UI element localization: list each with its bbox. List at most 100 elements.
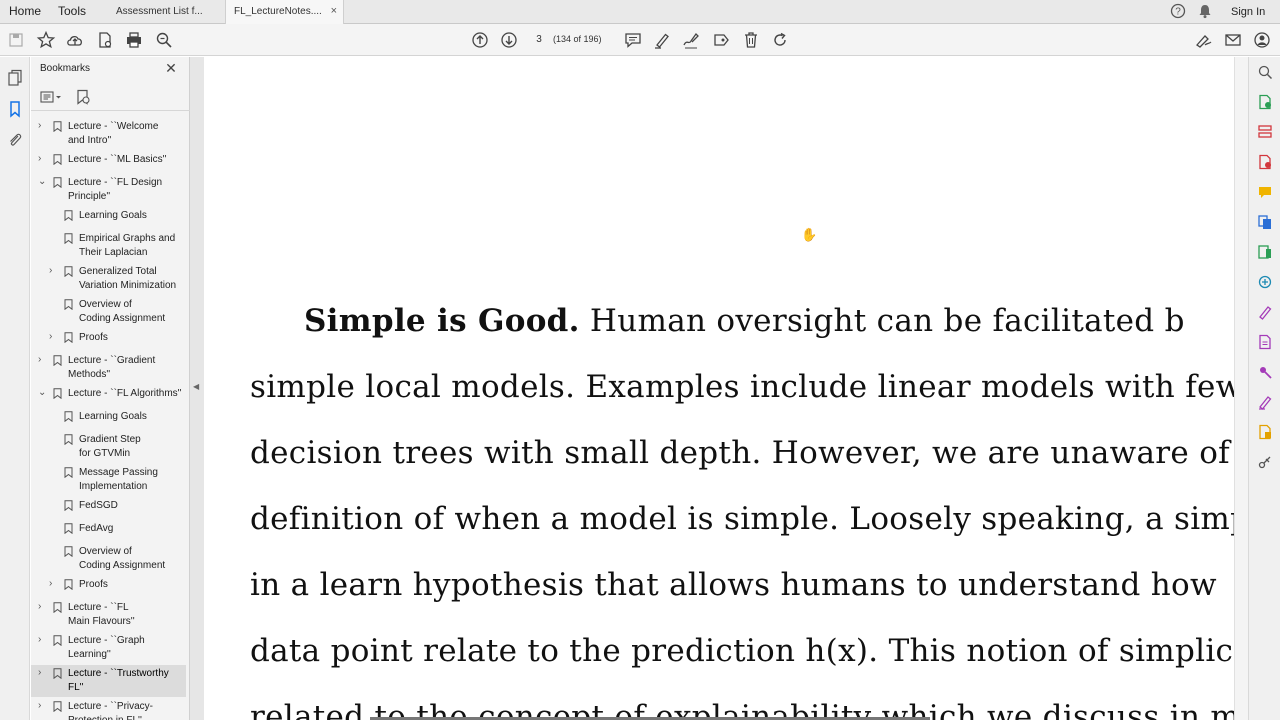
create-pdf-icon[interactable] (1257, 154, 1273, 170)
menu-home[interactable]: Home (9, 4, 41, 18)
more-tools-icon[interactable] (1257, 424, 1273, 440)
bookmark-item[interactable]: › Generalized Total Variation Minimization (31, 263, 186, 295)
chevron-right-icon[interactable]: › (38, 121, 48, 131)
bookmark-item[interactable]: › Proofs (31, 329, 186, 347)
bookmark-item[interactable]: › Lecture - ``Welcome and Intro'' (31, 118, 186, 150)
page-number-input[interactable] (528, 30, 550, 49)
help-icon[interactable]: ? (1170, 3, 1186, 24)
file-search-icon[interactable] (95, 30, 115, 50)
bookmark-label-continued: for GTVMin (79, 448, 131, 459)
attachment-icon[interactable] (6, 131, 24, 149)
previous-page-icon[interactable] (470, 30, 490, 50)
chevron-down-icon[interactable]: ⌄ (38, 177, 48, 187)
bookmark-label: Learning Goals (79, 210, 147, 221)
bookmark-label-continued: and Intro'' (68, 135, 112, 146)
next-page-icon[interactable] (499, 30, 519, 50)
chevron-down-icon[interactable]: ⌄ (38, 388, 48, 398)
bookmark-item[interactable]: FedAvg (31, 520, 186, 538)
bookmark-item[interactable]: Learning Goals (31, 408, 186, 426)
pages-icon[interactable] (6, 69, 24, 87)
highlight-pen-icon[interactable] (652, 30, 672, 50)
chevron-right-icon[interactable]: › (38, 635, 48, 645)
tab-assessment-list[interactable]: Assessment List f... (108, 0, 226, 24)
save-icon[interactable] (6, 30, 26, 50)
chevron-right-icon[interactable]: › (49, 332, 59, 342)
tab-close-icon[interactable]: × (331, 5, 337, 17)
delete-icon[interactable] (741, 30, 761, 50)
bookmark-label: FedAvg (79, 523, 114, 534)
options-menu-icon[interactable] (40, 89, 62, 105)
comment-icon[interactable] (623, 30, 643, 50)
panel-splitter[interactable]: ◀ (190, 57, 204, 720)
compress-icon[interactable] (1257, 274, 1273, 290)
document-paragraph-line: decision trees with small depth. However… (250, 435, 1234, 471)
chevron-right-icon[interactable]: › (49, 579, 59, 589)
bookmark-item[interactable]: Empirical Graphs and Their Laplacian (31, 230, 186, 262)
main-toolbar: (134 of 196) (0, 24, 1280, 56)
redact-icon[interactable] (1257, 454, 1273, 470)
draw-sign-icon[interactable] (681, 30, 701, 50)
document-paragraph-line: definition of when a model is simple. Lo… (250, 501, 1234, 537)
close-icon[interactable]: ✕ (164, 61, 178, 75)
bookmark-item[interactable]: Learning Goals (31, 207, 186, 225)
collapse-arrow-icon[interactable]: ◀ (193, 382, 199, 391)
bookmark-icon (53, 154, 62, 165)
zoom-search-icon[interactable] (154, 30, 174, 50)
document-paragraph-line: Simple is Good. Human oversight can be f… (304, 303, 1185, 339)
vertical-scrollbar[interactable] (1234, 57, 1248, 720)
menu-tools[interactable]: Tools (58, 4, 86, 18)
bookmark-icon (53, 701, 62, 712)
bookmark-item[interactable]: FedSGD (31, 497, 186, 515)
edit-pdf-icon[interactable] (1257, 244, 1273, 260)
bookmark-label: Lecture - ``FL Algorithms'' (68, 388, 182, 399)
bookmark-item[interactable]: › Lecture - ``Privacy- Protection in FL'' (31, 698, 186, 720)
bookmark-label: Overview of (79, 546, 132, 557)
request-signature-icon[interactable] (1257, 334, 1273, 350)
bookmark-item[interactable]: › Lecture - ``FL Main Flavours'' (31, 599, 186, 631)
combine-files-icon[interactable] (1257, 214, 1273, 230)
bookmark-item[interactable]: Overview of Coding Assignment (31, 296, 186, 328)
chevron-right-icon[interactable]: › (38, 154, 48, 164)
export-pdf-icon[interactable] (1257, 94, 1273, 110)
chevron-right-icon[interactable]: › (38, 602, 48, 612)
bookmark-icon[interactable] (6, 100, 24, 118)
notification-bell-icon[interactable] (1198, 3, 1212, 24)
share-user-icon[interactable] (1252, 30, 1272, 50)
bookmark-item[interactable]: › Proofs (31, 576, 186, 594)
tab-fl-lecture-notes[interactable]: FL_LectureNotes.... × (226, 0, 344, 25)
new-bookmark-icon[interactable] (75, 89, 91, 105)
bookmark-item[interactable]: › Lecture - ``Trustworthy FL'' (31, 665, 186, 697)
bookmark-item[interactable]: › Lecture - ``Gradient Methods'' (31, 352, 186, 384)
bookmark-item[interactable]: ⌄ Lecture - ``FL Design Principle'' (31, 174, 186, 206)
sign-in-link[interactable]: Sign In (1231, 6, 1265, 18)
print-icon[interactable] (124, 30, 144, 50)
organize-pages-icon[interactable] (1257, 124, 1273, 140)
star-icon[interactable] (36, 30, 56, 50)
bookmark-item[interactable]: › Lecture - ``ML Basics'' (31, 151, 186, 169)
document-view[interactable]: ✋ Simple is Good. Human oversight can be… (204, 57, 1234, 720)
bookmark-item[interactable]: Gradient Step for GTVMin (31, 431, 186, 463)
link-sign-icon[interactable] (1193, 30, 1213, 50)
bookmark-label: Lecture - ``FL Design (68, 177, 163, 188)
chevron-right-icon[interactable]: › (38, 668, 48, 678)
send-for-signature-icon[interactable] (1257, 394, 1273, 410)
email-icon[interactable] (1223, 30, 1243, 50)
rotate-icon[interactable] (770, 30, 790, 50)
fill-sign-icon[interactable] (1257, 304, 1273, 320)
stamp-icon[interactable] (711, 30, 731, 50)
upload-cloud-icon[interactable] (65, 30, 85, 50)
bookmark-label: Lecture - ``Welcome (68, 121, 159, 132)
bookmark-item[interactable]: ⌄ Lecture - ``FL Algorithms'' (31, 385, 186, 403)
bookmark-item[interactable]: Overview of Coding Assignment (31, 543, 186, 575)
chevron-right-icon[interactable]: › (38, 355, 48, 365)
chevron-right-icon[interactable]: › (38, 701, 48, 711)
bookmark-item[interactable]: › Lecture - ``Graph Learning'' (31, 632, 186, 664)
bookmark-label-continued: Implementation (79, 481, 148, 492)
bookmark-item[interactable]: Message Passing Implementation (31, 464, 186, 496)
zoom-icon[interactable] (1257, 64, 1273, 80)
comment-icon[interactable] (1257, 184, 1273, 200)
chevron-right-icon[interactable]: › (49, 266, 59, 276)
protect-icon[interactable] (1257, 364, 1273, 380)
document-paragraph-line: in a learn hypothesis that allows humans… (250, 567, 1217, 603)
bookmark-label: Lecture - ``ML Basics'' (68, 154, 167, 165)
